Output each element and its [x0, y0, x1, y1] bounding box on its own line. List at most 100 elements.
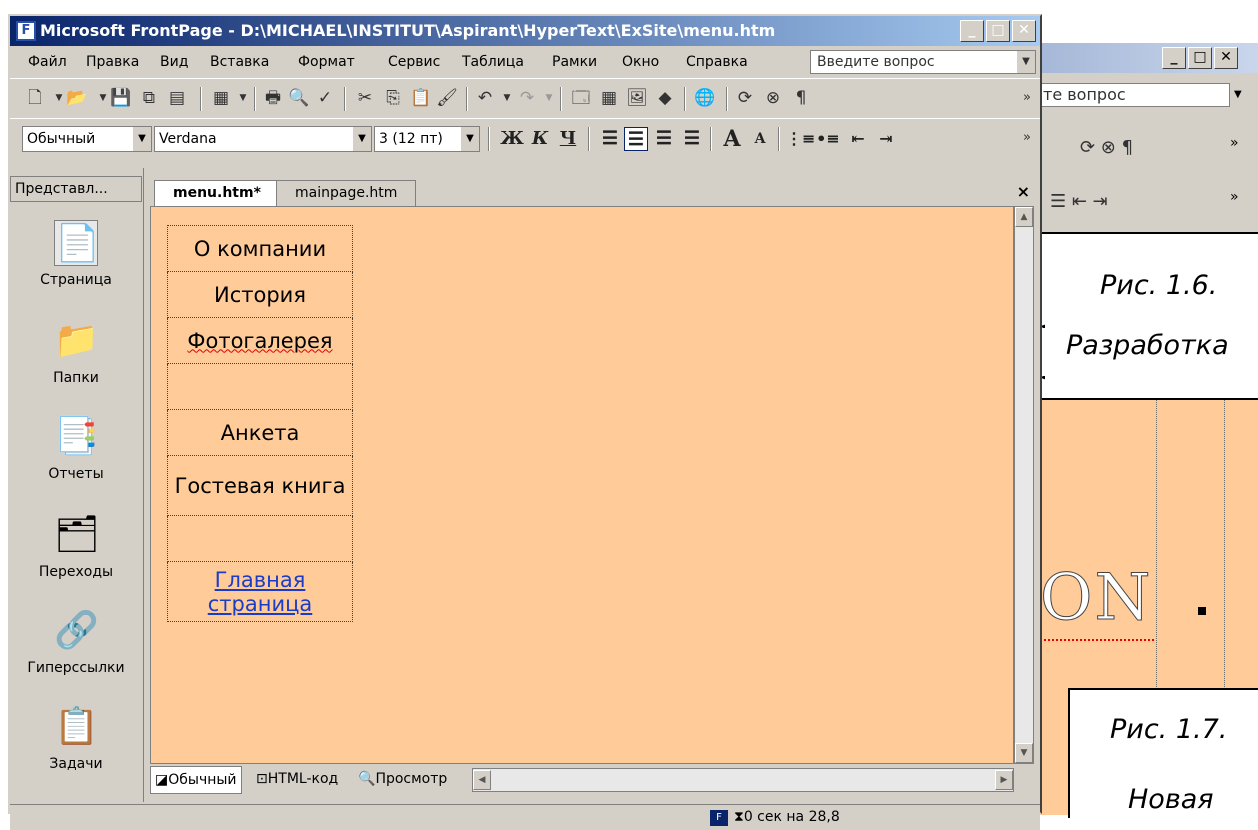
- view-tasks[interactable]: 📋 Задачи: [10, 704, 142, 772]
- menu-window[interactable]: Окно: [622, 54, 659, 70]
- hyperlink-icon[interactable]: 🌐: [694, 87, 716, 109]
- align-left-icon[interactable]: ☰: [598, 127, 622, 151]
- font-size-select[interactable]: 3 (12 пт) ▼: [374, 126, 480, 152]
- spelling-icon[interactable]: ✓: [314, 87, 336, 109]
- font-select[interactable]: Verdana ▼: [154, 126, 372, 152]
- copy-icon[interactable]: ⎘: [382, 87, 404, 109]
- tab-mainpage-htm[interactable]: mainpage.htm: [276, 180, 417, 206]
- undo-dropdown-icon[interactable]: ▼: [496, 87, 518, 109]
- cut-icon[interactable]: ✂: [354, 87, 376, 109]
- insert-picture-icon[interactable]: 🖼: [626, 87, 648, 109]
- increase-font-icon[interactable]: A: [720, 127, 744, 151]
- menu-insert[interactable]: Вставка: [210, 54, 269, 70]
- redo-icon[interactable]: ↷: [516, 87, 538, 109]
- help-dropdown-icon[interactable]: ▼: [1017, 51, 1035, 73]
- scroll-up-icon[interactable]: ▲: [1015, 207, 1033, 227]
- tab-normal[interactable]: ◪Обычный: [150, 766, 242, 794]
- drawing-icon[interactable]: ◆: [654, 87, 676, 109]
- menu-format[interactable]: Формат: [298, 54, 355, 70]
- toolbar-separator: [710, 127, 712, 151]
- menu-cell[interactable]: История: [167, 271, 353, 318]
- decrease-font-icon[interactable]: A: [748, 127, 772, 151]
- align-center-icon[interactable]: ☰: [624, 127, 648, 151]
- menu-cell[interactable]: Анкета: [167, 409, 353, 456]
- redo-dropdown-icon[interactable]: ▼: [538, 87, 560, 109]
- menu-tools[interactable]: Сервис: [388, 54, 440, 70]
- undo-icon[interactable]: ↶: [474, 87, 496, 109]
- show-all-icon[interactable]: ¶: [790, 87, 812, 109]
- bg-help-search[interactable]: те вопрос: [1040, 83, 1230, 107]
- numbering-icon[interactable]: ⋮≡: [786, 127, 815, 151]
- maximize-button[interactable]: □: [986, 20, 1010, 42]
- decrease-indent-icon[interactable]: ⇤: [846, 127, 870, 151]
- toolbar-overflow-icon[interactable]: »: [1016, 87, 1038, 109]
- open-icon[interactable]: 📂: [66, 87, 88, 109]
- bullets-icon[interactable]: •≡: [816, 127, 840, 151]
- style-dropdown-icon[interactable]: ▼: [133, 127, 151, 151]
- font-size-dropdown-icon[interactable]: ▼: [461, 127, 479, 151]
- view-page[interactable]: 📄 Страница: [10, 220, 142, 288]
- views-toggle-icon[interactable]: ▦: [210, 87, 232, 109]
- increase-indent-icon[interactable]: ⇥: [874, 127, 898, 151]
- publish-icon[interactable]: ⧉: [138, 87, 160, 109]
- folder-list-icon[interactable]: ▤: [166, 87, 188, 109]
- print-icon[interactable]: 🖶: [262, 87, 284, 109]
- menu-cell[interactable]: [167, 515, 353, 562]
- help-search-input[interactable]: Введите вопрос ▼: [810, 50, 1036, 74]
- menu-view[interactable]: Вид: [160, 54, 188, 70]
- font-dropdown-icon[interactable]: ▼: [353, 127, 371, 151]
- preview-icon[interactable]: 🔍: [288, 87, 310, 109]
- menu-cell[interactable]: Фотогалерея: [167, 317, 353, 364]
- paste-icon[interactable]: 📋: [410, 87, 432, 109]
- stop-icon[interactable]: ⊗: [762, 87, 784, 109]
- bg-toolbar-overflow-icon[interactable]: »: [1230, 135, 1239, 151]
- view-navigation[interactable]: 🗂 Переходы: [10, 512, 142, 580]
- bold-button[interactable]: Ж: [500, 127, 524, 151]
- menu-frames[interactable]: Рамки: [552, 54, 597, 70]
- scroll-down-icon[interactable]: ▼: [1015, 743, 1033, 763]
- bg-minimize-button[interactable]: _: [1162, 47, 1186, 69]
- horizontal-scrollbar[interactable]: ◀ ▶: [472, 768, 1014, 792]
- vertical-scrollbar[interactable]: ▲ ▼: [1014, 206, 1034, 764]
- menu-table[interactable]: Таблица: [462, 54, 524, 70]
- underline-button[interactable]: Ч: [556, 127, 580, 151]
- page-canvas[interactable]: О компании История Фотогалерея Анкета Гостев…: [150, 206, 1014, 764]
- view-folders[interactable]: 📁 Папки: [10, 318, 142, 386]
- align-right-icon[interactable]: ☰: [652, 127, 676, 151]
- web-component-icon[interactable]: 🗔: [570, 87, 592, 109]
- bg-toolbar2-overflow-icon[interactable]: »: [1230, 189, 1239, 205]
- tab-preview[interactable]: 🔍Просмотр: [354, 766, 451, 794]
- menu-cell[interactable]: О компании: [167, 225, 353, 272]
- menu-edit[interactable]: Правка: [86, 54, 139, 70]
- menu-table[interactable]: О компании История Фотогалерея Анкета Гостев…: [167, 225, 353, 622]
- refresh-icon[interactable]: ⟳: [734, 87, 756, 109]
- formatting-overflow-icon[interactable]: »: [1016, 127, 1038, 149]
- scroll-right-icon[interactable]: ▶: [995, 770, 1013, 790]
- menu-cell[interactable]: Гостевая книга: [167, 455, 353, 516]
- menu-help[interactable]: Справка: [686, 54, 748, 70]
- bg-close-button[interactable]: ✕: [1214, 47, 1238, 69]
- menu-link-cell[interactable]: Главная страница: [167, 561, 353, 622]
- tab-html[interactable]: ⊡HTML-код: [252, 766, 342, 794]
- views-header[interactable]: Представл...: [10, 176, 142, 202]
- new-page-icon[interactable]: 🗋: [24, 87, 46, 109]
- format-painter-icon[interactable]: 🖌: [436, 87, 458, 109]
- save-icon[interactable]: 💾: [110, 87, 132, 109]
- menu-file[interactable]: Файл: [28, 54, 67, 70]
- bg-maximize-button[interactable]: □: [1188, 47, 1212, 69]
- menu-cell[interactable]: [167, 363, 353, 410]
- italic-button[interactable]: К: [528, 127, 552, 151]
- views-dropdown-icon[interactable]: ▼: [232, 87, 254, 109]
- minimize-button[interactable]: _: [960, 20, 984, 42]
- justify-icon[interactable]: ☰: [680, 127, 704, 151]
- close-document-icon[interactable]: ×: [1017, 182, 1030, 201]
- frontpage-app-icon[interactable]: F: [16, 21, 36, 41]
- style-select[interactable]: Обычный ▼: [22, 126, 152, 152]
- bg-help-dropdown-icon[interactable]: ▼: [1234, 89, 1242, 100]
- view-hyperlinks[interactable]: 🔗 Гиперссылки: [10, 608, 142, 676]
- close-button[interactable]: ✕: [1012, 20, 1036, 42]
- insert-table-icon[interactable]: ▦: [598, 87, 620, 109]
- tab-menu-htm[interactable]: menu.htm*: [154, 180, 280, 206]
- scroll-left-icon[interactable]: ◀: [473, 770, 491, 790]
- view-reports[interactable]: 📑 Отчеты: [10, 414, 142, 482]
